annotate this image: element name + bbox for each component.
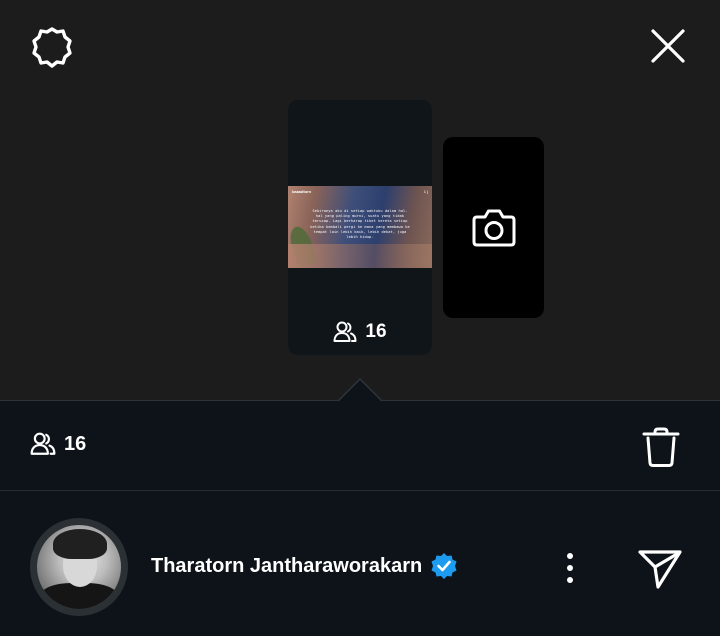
section-divider xyxy=(0,490,720,491)
more-options-button[interactable] xyxy=(556,546,584,590)
story-arm xyxy=(288,244,432,268)
more-vertical-icon xyxy=(567,553,573,583)
close-button[interactable] xyxy=(644,22,692,70)
avatar-hair xyxy=(53,529,107,559)
delete-story-button[interactable] xyxy=(636,422,686,472)
verified-badge-icon xyxy=(431,553,457,579)
avatar-image xyxy=(37,525,121,609)
story-caption: Sekiranya aku di setiap waktuku dalam ha… xyxy=(310,209,410,240)
send-icon xyxy=(638,550,682,589)
viewers-icon xyxy=(30,432,56,455)
selection-pointer xyxy=(338,378,382,402)
story-viewer-count[interactable]: 16 xyxy=(288,320,432,344)
profile-avatar[interactable] xyxy=(30,518,128,616)
viewer-count-label: 16 xyxy=(64,432,87,455)
viewers-icon xyxy=(333,321,357,342)
add-story-camera-button[interactable] xyxy=(443,137,544,318)
close-icon xyxy=(651,29,685,63)
story-media: kaaadtorn 1 j Sekiranya aku di setiap wa… xyxy=(288,186,432,268)
send-button[interactable] xyxy=(634,544,686,594)
gear-icon xyxy=(32,27,72,68)
viewers-button[interactable]: 16 xyxy=(30,430,86,458)
story-thumbnail[interactable]: kaaadtorn 1 j Sekiranya aku di setiap wa… xyxy=(288,100,432,355)
profile-name: Tharatorn Jantharaworakarn xyxy=(151,554,423,577)
story-viewer-count-label: 16 xyxy=(365,321,387,342)
story-time: 1 j xyxy=(423,189,428,194)
camera-icon xyxy=(472,209,515,246)
settings-button[interactable] xyxy=(28,24,76,72)
profile-name-link[interactable]: Tharatorn Jantharaworakarn xyxy=(151,550,458,582)
story-username: kaaadtorn xyxy=(292,189,312,194)
trash-icon xyxy=(642,427,680,467)
